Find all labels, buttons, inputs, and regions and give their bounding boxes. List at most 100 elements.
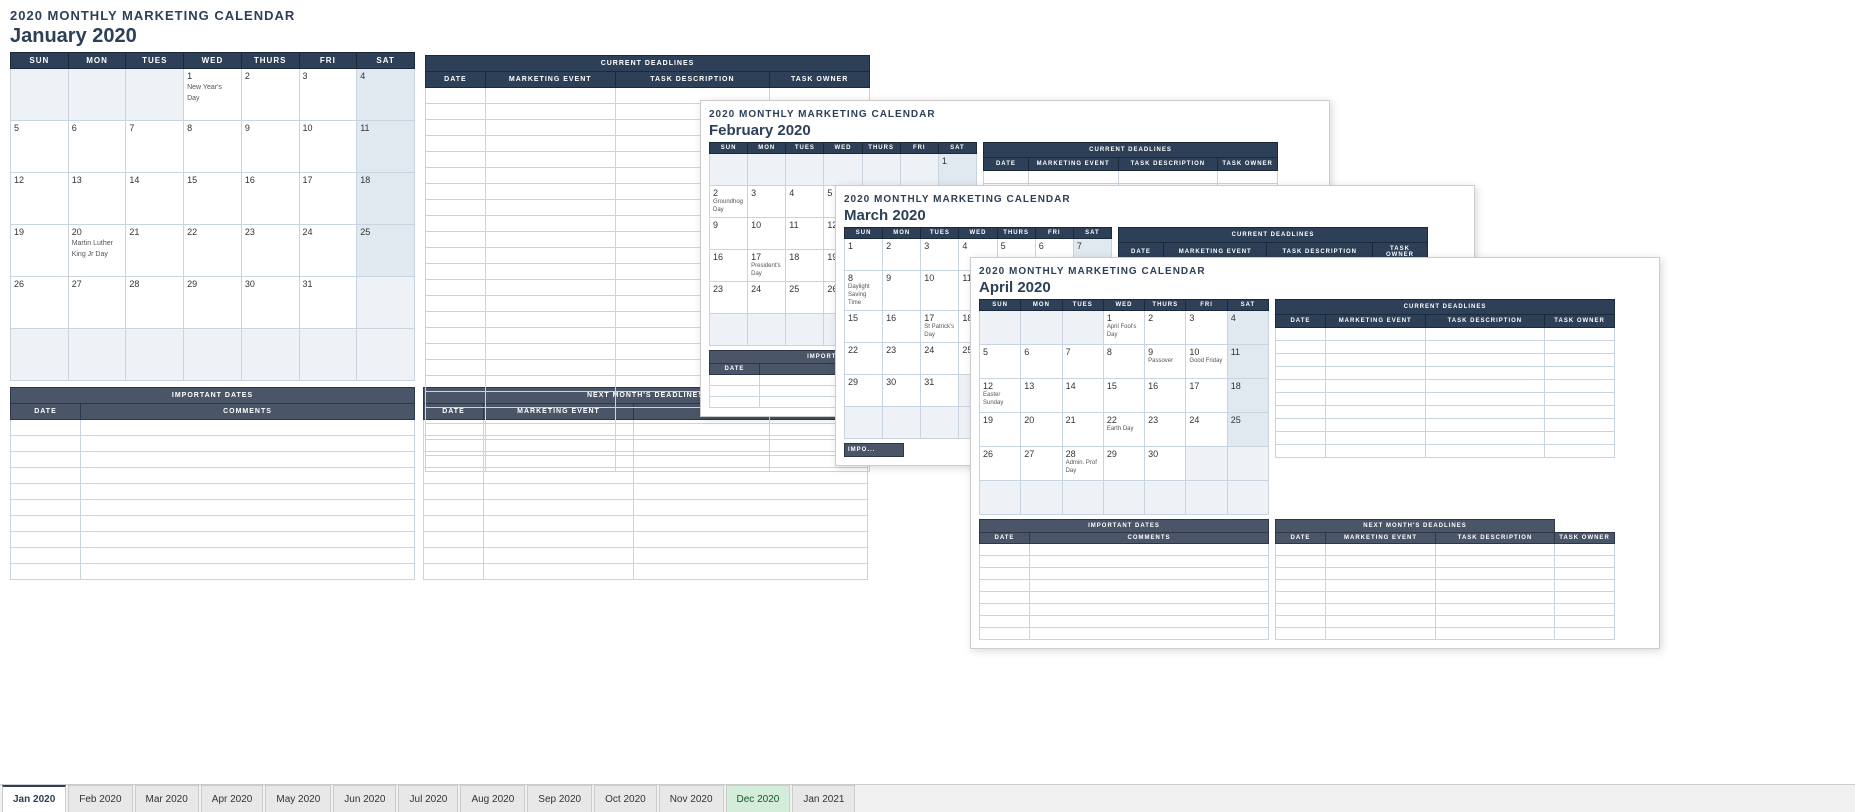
table-cell bbox=[426, 200, 486, 216]
table-cell bbox=[1186, 447, 1227, 481]
table-cell bbox=[1425, 432, 1545, 445]
tab-feb-2020[interactable]: Feb 2020 bbox=[68, 785, 132, 812]
table-cell: 25 bbox=[357, 225, 415, 277]
table-cell: 9 bbox=[710, 218, 748, 250]
table-cell bbox=[1555, 592, 1615, 604]
table-cell bbox=[710, 397, 760, 408]
day-header: SUN bbox=[845, 228, 883, 239]
table-cell bbox=[1326, 592, 1436, 604]
table-cell bbox=[1425, 328, 1545, 341]
tab-nov-2020[interactable]: Nov 2020 bbox=[659, 785, 724, 812]
table-cell: 11 bbox=[786, 218, 824, 250]
table-cell bbox=[126, 329, 184, 381]
table-cell bbox=[11, 548, 81, 564]
table-cell bbox=[1326, 580, 1436, 592]
table-cell bbox=[1545, 406, 1615, 419]
day-header: MON bbox=[748, 143, 786, 154]
table-cell bbox=[485, 456, 615, 472]
table-cell bbox=[1425, 393, 1545, 406]
table-cell: 21 bbox=[126, 225, 184, 277]
apr-deadlines-table: CURRENT DEADLINES DATE MARKETING EVENT T… bbox=[1275, 299, 1615, 458]
table-cell bbox=[1545, 354, 1615, 367]
table-cell: 8DaylightSaving Time bbox=[845, 271, 883, 311]
table-cell: 30 bbox=[883, 374, 921, 406]
table-cell bbox=[1555, 556, 1615, 568]
table-cell bbox=[980, 580, 1030, 592]
table-cell bbox=[1425, 380, 1545, 393]
table-cell bbox=[1436, 616, 1555, 628]
table-cell bbox=[11, 500, 81, 516]
table-cell: 27 bbox=[68, 277, 126, 329]
table-cell: 18 bbox=[1227, 379, 1268, 413]
table-cell: 3 bbox=[921, 239, 959, 271]
tab-aug-2020[interactable]: Aug 2020 bbox=[460, 785, 525, 812]
table-cell: 17 bbox=[1186, 379, 1227, 413]
deadlines-title: CURRENT DEADLINES bbox=[1276, 300, 1615, 315]
table-cell: 15 bbox=[184, 173, 242, 225]
table-cell bbox=[1545, 341, 1615, 354]
tab-oct-2020[interactable]: Oct 2020 bbox=[594, 785, 657, 812]
col-comments: COMMENTS bbox=[1030, 533, 1269, 544]
table-cell bbox=[81, 516, 415, 532]
table-cell bbox=[1030, 556, 1269, 568]
table-cell bbox=[485, 232, 615, 248]
table-cell: 24 bbox=[1186, 413, 1227, 447]
table-cell: 24 bbox=[921, 342, 959, 374]
table-cell: 2 bbox=[883, 239, 921, 271]
tab-jan-2021[interactable]: Jan 2021 bbox=[792, 785, 855, 812]
tab-jun-2020[interactable]: Jun 2020 bbox=[333, 785, 396, 812]
table-cell bbox=[485, 120, 615, 136]
table-cell: 24 bbox=[299, 225, 357, 277]
tab-sep-2020[interactable]: Sep 2020 bbox=[527, 785, 592, 812]
table-cell bbox=[1555, 616, 1615, 628]
table-cell bbox=[484, 548, 634, 564]
table-cell: 1 bbox=[938, 154, 976, 186]
deadlines-title: CURRENT DEADLINES bbox=[1119, 228, 1428, 243]
table-cell bbox=[615, 424, 770, 440]
table-cell: 19 bbox=[980, 413, 1021, 447]
table-cell bbox=[81, 500, 415, 516]
table-cell bbox=[1276, 604, 1326, 616]
table-cell: 21 bbox=[1062, 413, 1103, 447]
table-cell bbox=[426, 120, 486, 136]
table-cell bbox=[615, 456, 770, 472]
table-cell: 10 bbox=[299, 121, 357, 173]
table-cell bbox=[1276, 592, 1326, 604]
table-cell bbox=[485, 440, 615, 456]
table-cell bbox=[1227, 481, 1268, 515]
table-cell bbox=[11, 69, 69, 121]
table-cell bbox=[980, 628, 1030, 640]
table-cell: 1New Year'sDay bbox=[184, 69, 242, 121]
tab-apr-2020[interactable]: Apr 2020 bbox=[201, 785, 264, 812]
table-cell bbox=[980, 544, 1030, 556]
tab-may-2020[interactable]: May 2020 bbox=[265, 785, 331, 812]
table-cell bbox=[485, 200, 615, 216]
table-cell bbox=[710, 375, 760, 386]
table-cell bbox=[1555, 544, 1615, 556]
table-cell bbox=[1062, 311, 1103, 345]
table-cell bbox=[485, 264, 615, 280]
table-cell: 10 bbox=[748, 218, 786, 250]
tab-jan-2020[interactable]: Jan 2020 bbox=[2, 785, 66, 812]
day-header: WED bbox=[1103, 300, 1144, 311]
table-cell bbox=[1325, 380, 1425, 393]
tab-jul-2020[interactable]: Jul 2020 bbox=[398, 785, 458, 812]
table-cell bbox=[426, 88, 486, 104]
table-cell bbox=[81, 436, 415, 452]
col-comments: COMMENTS bbox=[81, 404, 415, 420]
table-cell bbox=[81, 452, 415, 468]
col-owner: TASK OWNER bbox=[1545, 315, 1615, 328]
table-cell bbox=[980, 604, 1030, 616]
tab-mar-2020[interactable]: Mar 2020 bbox=[135, 785, 199, 812]
table-cell: 9 bbox=[241, 121, 299, 173]
table-cell bbox=[11, 468, 81, 484]
table-cell bbox=[1326, 628, 1436, 640]
table-cell bbox=[424, 500, 484, 516]
day-header-tue: TUES bbox=[126, 53, 184, 69]
month-title: January 2020 bbox=[10, 25, 870, 48]
table-cell bbox=[634, 500, 868, 516]
tab-dec-2020[interactable]: Dec 2020 bbox=[726, 785, 791, 812]
table-cell bbox=[1436, 628, 1555, 640]
table-cell bbox=[1425, 341, 1545, 354]
table-cell bbox=[1276, 393, 1326, 406]
